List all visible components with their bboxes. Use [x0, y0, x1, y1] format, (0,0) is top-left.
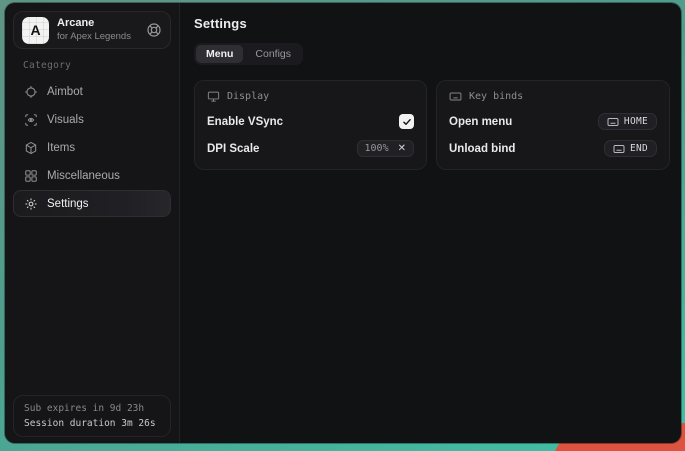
monitor-icon: [207, 90, 220, 103]
category-label: Category: [23, 60, 179, 71]
sidebar-item-label: Aimbot: [47, 86, 83, 98]
sidebar-item-items[interactable]: Items: [13, 134, 171, 161]
crosshair-icon: [24, 85, 38, 99]
brand-card: A Arcane for Apex Legends: [13, 11, 171, 49]
sidebar-item-settings[interactable]: Settings: [13, 190, 171, 217]
sidebar-item-label: Items: [47, 142, 75, 154]
open-menu-row: Open menu HOME: [449, 113, 657, 130]
sidebar-item-miscellaneous[interactable]: Miscellaneous: [13, 162, 171, 189]
open-menu-key: HOME: [624, 116, 648, 127]
keyboard-icon: [613, 144, 625, 154]
open-menu-label: Open menu: [449, 116, 512, 128]
gear-icon: [24, 197, 38, 211]
brand-logo: A: [22, 17, 49, 44]
tab-bar: Menu Configs: [194, 43, 303, 65]
main-content: Settings Menu Configs Display: [180, 3, 681, 443]
subscription-info: Sub expires in 9d 23h Session duration 3…: [13, 395, 171, 437]
package-icon: [24, 141, 38, 155]
display-card: Display Enable VSync DPI Scale: [194, 80, 427, 170]
page-title: Settings: [194, 16, 670, 31]
scan-eye-icon: [24, 113, 38, 127]
lifebuoy-icon[interactable]: [146, 22, 162, 38]
sidebar: A Arcane for Apex Legends Category: [5, 3, 180, 443]
app-window: A Arcane for Apex Legends Category: [5, 3, 681, 443]
sidebar-nav: Aimbot Visuals: [5, 74, 179, 221]
brand-name: Arcane: [57, 17, 131, 31]
sub-expiry-text: Sub expires in 9d 23h: [24, 403, 160, 414]
keybinds-card: Key binds Open menu HOME: [436, 80, 670, 170]
brand-text: Arcane for Apex Legends: [57, 17, 131, 43]
keyboard-icon: [449, 90, 462, 103]
grid-icon: [24, 169, 38, 183]
session-duration-text: Session duration 3m 26s: [24, 418, 160, 429]
dpi-scale-row: DPI Scale 100% ✕: [207, 140, 414, 157]
display-card-title: Display: [227, 91, 269, 102]
keybinds-card-title: Key binds: [469, 91, 523, 102]
unload-bind-keybind[interactable]: END: [604, 140, 657, 157]
tab-menu[interactable]: Menu: [196, 45, 243, 63]
dpi-scale-input[interactable]: 100% ✕: [357, 140, 414, 157]
keybinds-card-header: Key binds: [449, 90, 657, 103]
keyboard-icon: [607, 117, 619, 127]
sidebar-item-visuals[interactable]: Visuals: [13, 106, 171, 133]
unload-bind-key: END: [630, 143, 648, 154]
unload-bind-row: Unload bind END: [449, 140, 657, 157]
tab-configs[interactable]: Configs: [245, 45, 301, 63]
enable-vsync-checkbox[interactable]: [399, 114, 414, 129]
dpi-scale-label: DPI Scale: [207, 143, 259, 155]
dpi-scale-value: 100%: [365, 143, 389, 154]
clear-icon[interactable]: ✕: [398, 144, 406, 154]
sidebar-item-label: Visuals: [47, 114, 84, 126]
display-card-header: Display: [207, 90, 414, 103]
enable-vsync-label: Enable VSync: [207, 116, 283, 128]
open-menu-keybind[interactable]: HOME: [598, 113, 657, 130]
check-icon: [402, 117, 412, 127]
sidebar-item-label: Miscellaneous: [47, 170, 120, 182]
settings-cards: Display Enable VSync DPI Scale: [194, 80, 670, 170]
sidebar-item-aimbot[interactable]: Aimbot: [13, 78, 171, 105]
unload-bind-label: Unload bind: [449, 143, 515, 155]
enable-vsync-row: Enable VSync: [207, 113, 414, 130]
brand-subtitle: for Apex Legends: [57, 31, 131, 43]
sidebar-item-label: Settings: [47, 198, 89, 210]
